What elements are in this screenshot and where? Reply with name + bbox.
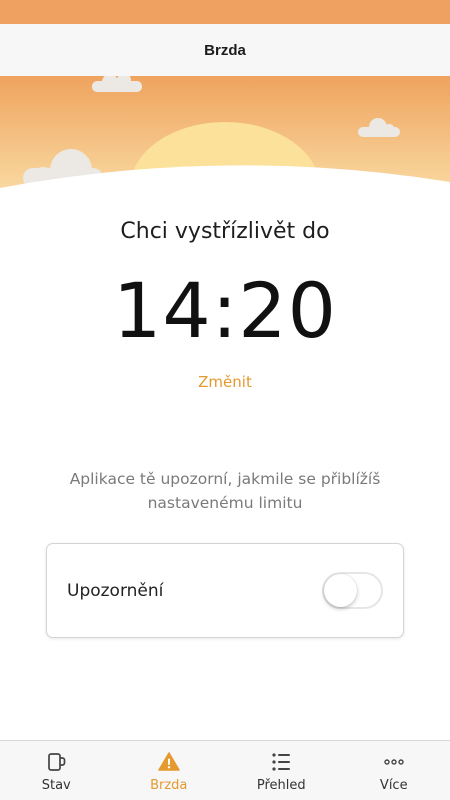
tab-vice[interactable]: Více bbox=[338, 741, 450, 800]
list-icon bbox=[269, 750, 293, 774]
mug-icon bbox=[44, 750, 68, 774]
sunrise-illustration bbox=[0, 76, 450, 191]
tab-brzda[interactable]: Brzda bbox=[113, 741, 226, 800]
warning-icon bbox=[157, 750, 181, 774]
tab-bar: Stav Brzda Přehled Více bbox=[0, 740, 450, 800]
status-bar-background bbox=[0, 0, 450, 24]
tab-label: Brzda bbox=[150, 778, 188, 793]
tab-label: Přehled bbox=[256, 778, 306, 793]
toggle-knob[interactable] bbox=[324, 574, 357, 607]
goal-time[interactable]: 14:20 bbox=[0, 265, 450, 357]
tab-stav[interactable]: Stav bbox=[0, 741, 113, 800]
tab-label: Stav bbox=[41, 778, 71, 793]
page-title: Brzda bbox=[204, 41, 246, 59]
change-time-link[interactable]: Změnit bbox=[0, 373, 450, 391]
more-dots-icon bbox=[382, 750, 406, 774]
notification-card: Upozornění bbox=[46, 543, 404, 638]
tab-label: Více bbox=[379, 778, 408, 793]
info-text: Aplikace tě upozorní, jakmile se přiblíž… bbox=[69, 470, 381, 512]
goal-label: Chci vystřízlivět do bbox=[120, 219, 330, 244]
notification-label: Upozornění bbox=[67, 580, 164, 601]
tab-prehled[interactable]: Přehled bbox=[225, 741, 338, 800]
notification-toggle[interactable] bbox=[322, 572, 383, 609]
navigation-bar: Brzda bbox=[0, 24, 450, 76]
